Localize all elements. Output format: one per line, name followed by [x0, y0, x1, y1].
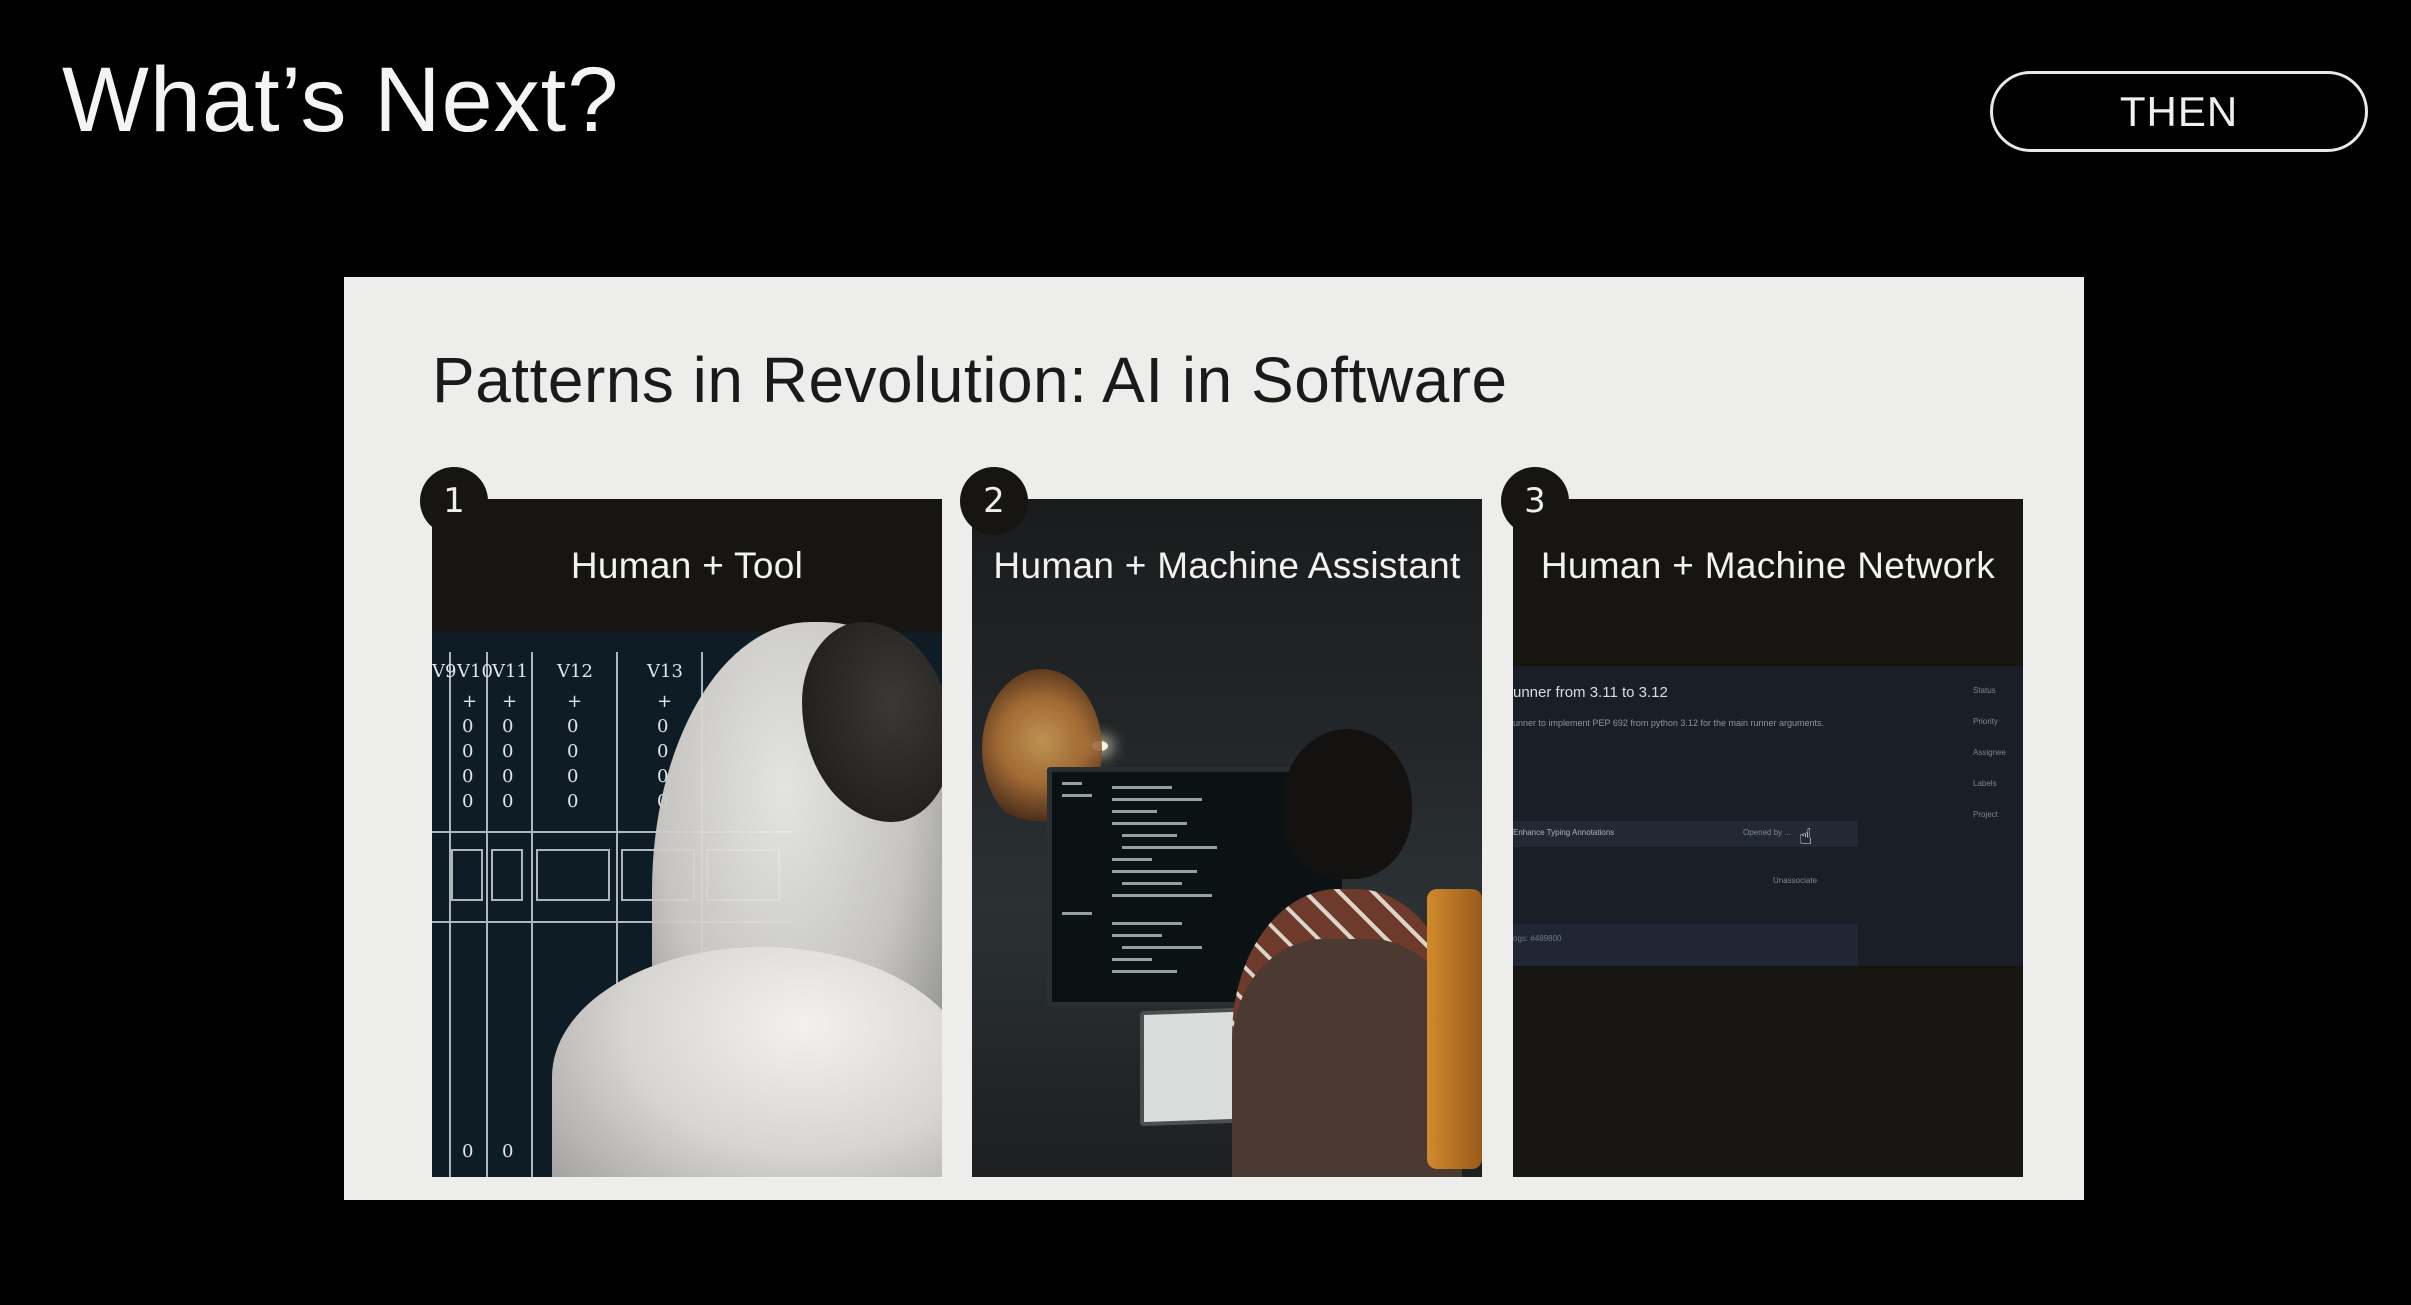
card-number-badge: 1 [420, 467, 488, 535]
sidebar-label: Status [1973, 686, 1996, 695]
page-title: What’s Next? [62, 49, 620, 151]
svg-text:0: 0 [567, 766, 578, 787]
table-header: V12 [556, 661, 593, 682]
sub-issue-title: Enhance Typing Annotations [1513, 828, 1615, 837]
svg-text:+: + [462, 691, 477, 712]
svg-text:0: 0 [657, 716, 668, 737]
sidebar-label: Project [1973, 810, 1998, 819]
svg-text:0: 0 [567, 716, 578, 737]
log-panel [1513, 924, 1858, 966]
sidebar-label: Priority [1973, 717, 1998, 726]
card-label: Human + Machine Network [1540, 544, 1996, 586]
svg-text:0: 0 [462, 1141, 473, 1162]
card-human-machine-network: Human + Machine Network unner from 3.11 … [1513, 499, 2023, 1177]
then-button[interactable]: THEN [1990, 71, 2368, 152]
svg-text:0: 0 [462, 716, 473, 737]
svg-text:0: 0 [657, 741, 668, 762]
issue-description: unner to implement PEP 692 from python 3… [1513, 718, 1825, 728]
sidebar-label: Labels [1973, 779, 1997, 788]
issue-tracker-image: unner from 3.11 to 3.12 unner to impleme… [1513, 632, 2023, 1177]
svg-text:0: 0 [462, 766, 473, 787]
chair-graphic [1427, 889, 1482, 1169]
slide: Patterns in Revolution: AI in Software 1… [344, 277, 2084, 1200]
card-label: Human + Tool [570, 544, 804, 586]
svg-text:+: + [657, 691, 672, 712]
sidebar-label: Assignee [1973, 748, 2006, 757]
svg-text:0: 0 [462, 741, 473, 762]
card-human-tool: Human + Tool V9 V10 V11 V12 V13 + + + + … [432, 499, 942, 1177]
card-human-machine-assistant: Human + Machine Assistant [972, 499, 1482, 1177]
issue-title: unner from 3.11 to 3.12 [1513, 684, 1668, 701]
issue-tracker-app: unner from 3.11 to 3.12 unner to impleme… [1513, 666, 2023, 966]
svg-text:0: 0 [502, 791, 513, 812]
log-text: ogs: #489800 [1513, 934, 1562, 943]
svg-text:0: 0 [567, 791, 578, 812]
svg-text:0: 0 [502, 716, 513, 737]
issue-meta: Unassociate [1773, 876, 1818, 885]
hand-cursor-icon: ☝ [1799, 824, 1813, 849]
card-number-badge: 3 [1501, 467, 1569, 535]
table-header: V10 [456, 661, 493, 682]
card-number-badge: 2 [960, 467, 1028, 535]
slide-title: Patterns in Revolution: AI in Software [432, 344, 1508, 416]
table-header: V9 [432, 661, 456, 682]
svg-text:0: 0 [502, 766, 513, 787]
svg-text:0: 0 [462, 791, 473, 812]
table-header: V11 [491, 661, 528, 682]
issue-sidebar: Status Priority Assignee Labels Project [1973, 686, 2013, 841]
svg-text:0: 0 [502, 741, 513, 762]
sub-issue-meta: Opened by ... [1743, 828, 1792, 837]
svg-text:+: + [502, 691, 517, 712]
svg-text:+: + [567, 691, 582, 712]
ada-lovelace-image: V9 V10 V11 V12 V13 + + + + 0 0 0 0 0 0 0 0 0 0 0 0 0… [432, 622, 942, 1177]
svg-text:0: 0 [502, 1141, 513, 1162]
card-label: Human + Machine Assistant [993, 544, 1461, 586]
table-header: V13 [646, 661, 683, 682]
svg-text:0: 0 [567, 741, 578, 762]
